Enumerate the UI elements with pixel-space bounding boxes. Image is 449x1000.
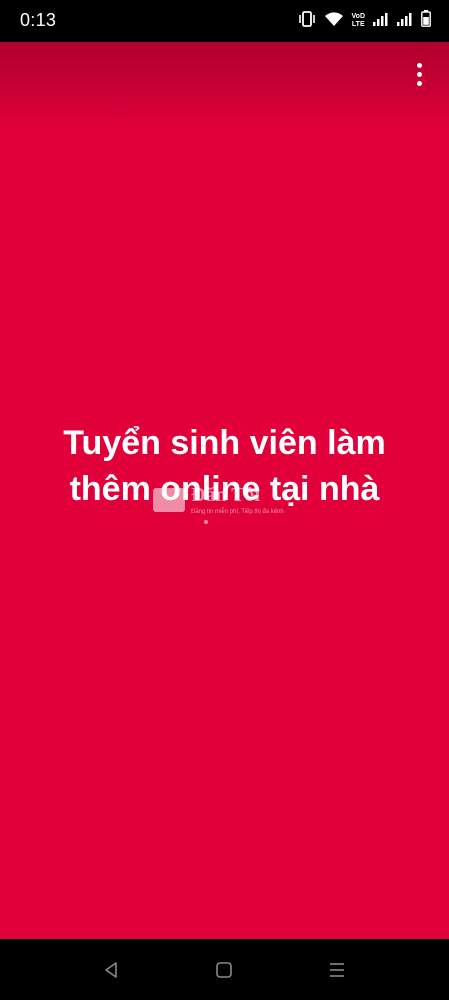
- headline-text: Tuyển sinh viên làm thêm online tại nhà: [0, 420, 449, 512]
- headline-line-1: Tuyển sinh viên làm: [63, 424, 386, 462]
- navigation-bar: [0, 939, 449, 1000]
- more-vert-icon-dot: [416, 71, 422, 77]
- headline-line-2: thêm online tại nhà: [69, 470, 380, 508]
- wifi-icon: [324, 11, 344, 32]
- volte-icon: VoD LTE: [352, 13, 365, 29]
- vibrate-icon: [298, 10, 316, 32]
- signal-icon-2: [397, 12, 413, 31]
- battery-icon: [421, 10, 431, 32]
- volte-top-label: VoD: [351, 13, 365, 20]
- back-button[interactable]: [98, 957, 124, 983]
- more-vert-icon-dot: [416, 80, 422, 86]
- status-bar: 0:13 VoD LTE: [0, 0, 449, 42]
- volte-bottom-label: LTE: [351, 21, 365, 28]
- home-icon: [216, 962, 232, 978]
- more-vert-icon: [416, 62, 422, 68]
- status-icons: VoD LTE: [298, 10, 431, 32]
- story-content: Tuyển sinh viên làm thêm online tại nhà …: [0, 42, 449, 939]
- home-button[interactable]: [211, 957, 237, 983]
- recents-button[interactable]: [324, 957, 350, 983]
- signal-icon: [373, 12, 389, 31]
- recents-icon: [330, 963, 344, 977]
- status-time: 0:13: [20, 10, 57, 30]
- more-options-button[interactable]: [409, 58, 429, 90]
- watermark-dot: [204, 520, 208, 524]
- top-shade: [0, 42, 449, 132]
- back-icon: [105, 962, 117, 978]
- phone-screen: 0:13 VoD LTE Tuyển sinh viên làm thêm on…: [0, 0, 449, 1000]
